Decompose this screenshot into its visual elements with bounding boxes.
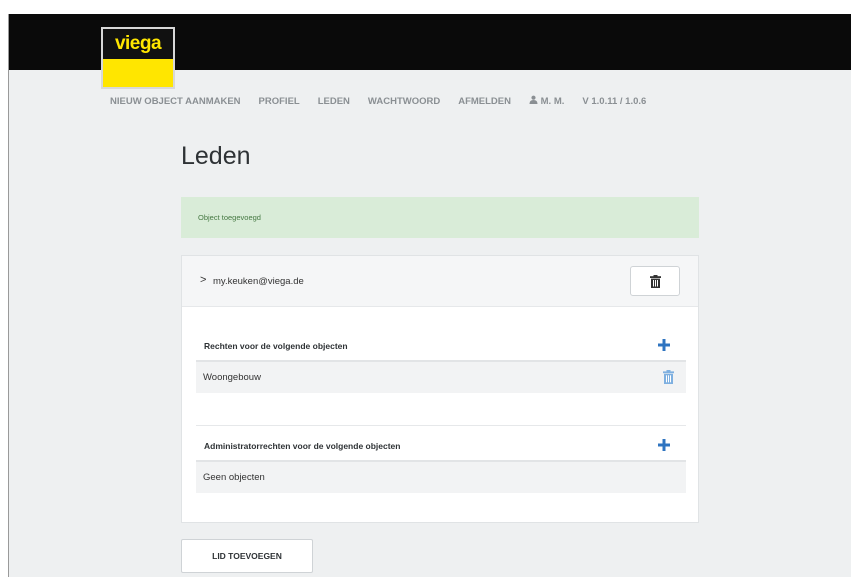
rights-item-label: Woongebouw	[203, 372, 261, 383]
chevron-right-icon[interactable]: >	[200, 274, 206, 286]
nav-members[interactable]: LEDEN	[318, 96, 350, 107]
add-right-icon[interactable]	[658, 339, 670, 351]
member-card: > my.keuken@viega.de Rechten voor de vol…	[181, 255, 699, 523]
nav-logout[interactable]: AFMELDEN	[458, 96, 511, 107]
main-nav: NIEUW OBJECT AANMAKEN PROFIEL LEDEN WACH…	[110, 95, 647, 108]
nav-profile[interactable]: PROFIEL	[259, 96, 300, 107]
member-email: my.keuken@viega.de	[213, 276, 304, 287]
member-header[interactable]: > my.keuken@viega.de	[182, 256, 698, 307]
success-alert: Object toegevoegd	[181, 197, 699, 238]
logo-text: viega	[103, 29, 173, 59]
version-label: V 1.0.11 / 1.0.6	[582, 95, 647, 107]
nav-user[interactable]: M. M.	[529, 95, 564, 107]
nav-password[interactable]: WACHTWOORD	[368, 96, 440, 107]
trash-icon	[649, 274, 661, 288]
user-name: M. M.	[540, 96, 565, 107]
admin-rights-title: Administratorrechten voor de volgende ob…	[204, 441, 401, 451]
user-icon	[529, 95, 538, 104]
admin-rights-row: Geen objecten	[196, 460, 686, 493]
app-window: viega NIEUW OBJECT AANMAKEN PROFIEL LEDE…	[8, 14, 851, 577]
trash-icon[interactable]	[663, 370, 674, 384]
rights-title: Rechten voor de volgende objecten	[204, 341, 348, 351]
rights-row: Woongebouw	[196, 360, 686, 393]
nav-new-object[interactable]: NIEUW OBJECT AANMAKEN	[110, 96, 241, 107]
section-divider	[196, 425, 686, 426]
add-member-button[interactable]: LID TOEVOEGEN	[181, 539, 313, 573]
page-title: Leden	[181, 142, 251, 170]
admin-rights-empty: Geen objecten	[203, 472, 265, 483]
viega-logo[interactable]: viega	[101, 27, 175, 89]
delete-member-button[interactable]	[630, 266, 680, 296]
add-admin-right-icon[interactable]	[658, 439, 670, 451]
